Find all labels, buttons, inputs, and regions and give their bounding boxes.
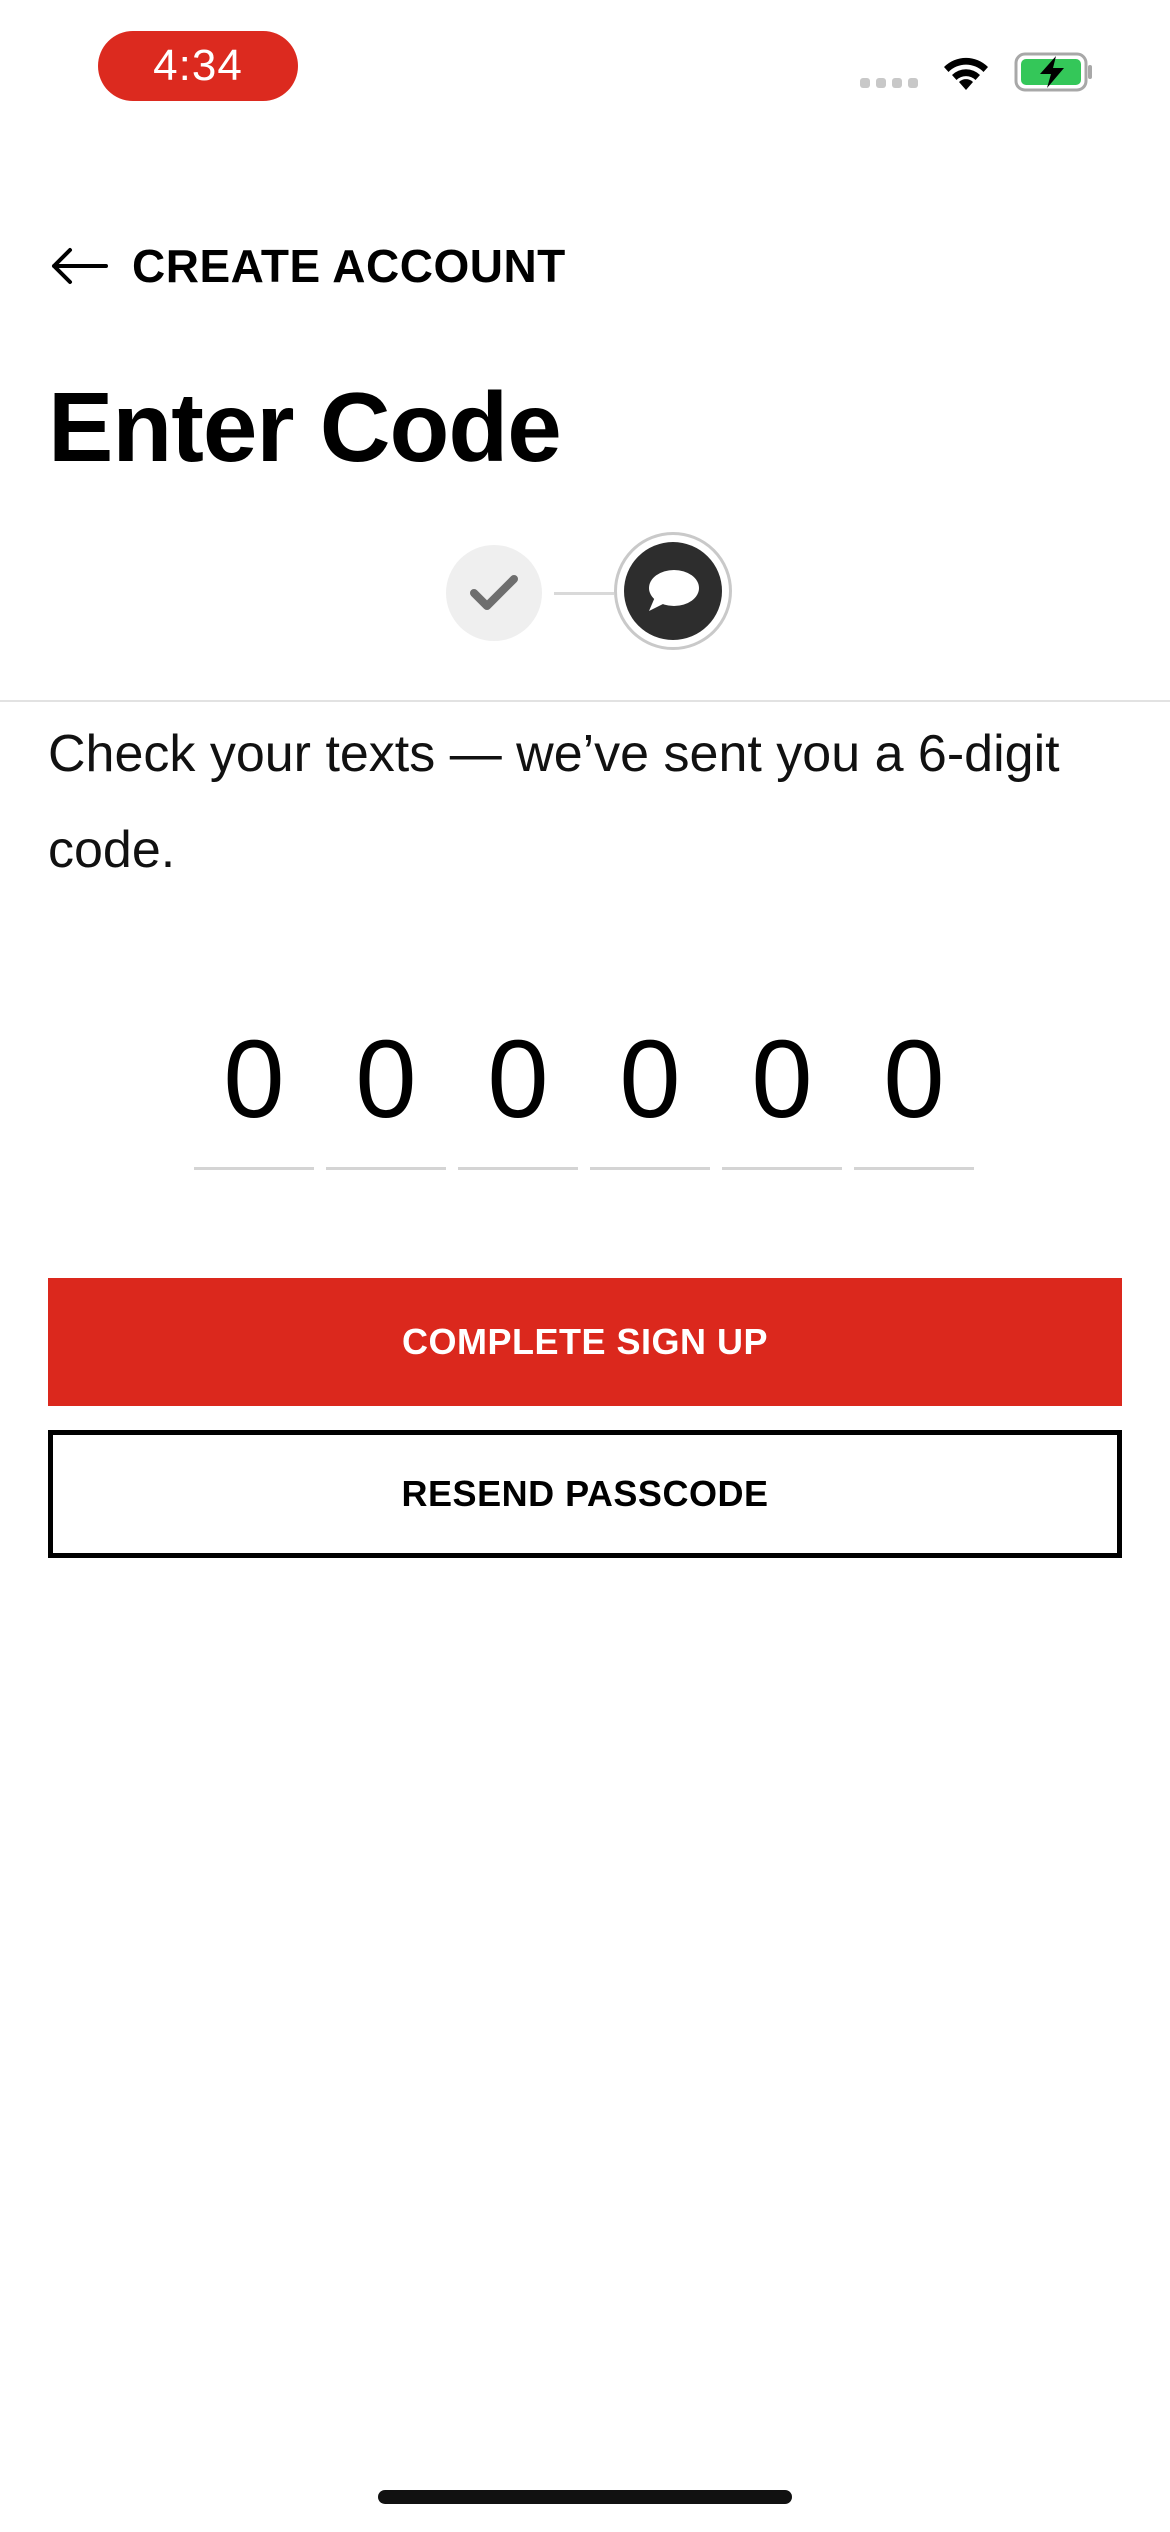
cellular-signal-icon <box>860 78 918 88</box>
back-button[interactable]: CREATE ACCOUNT <box>48 236 566 296</box>
code-digit-box[interactable]: 0 <box>194 1010 314 1170</box>
code-digit: 0 <box>619 1018 681 1141</box>
code-underline <box>722 1167 842 1170</box>
wifi-icon <box>944 57 988 90</box>
battery-charging-icon <box>1014 52 1092 92</box>
code-underline <box>194 1167 314 1170</box>
instructions-text: Check your texts — we’ve sent you a 6-di… <box>48 725 1060 879</box>
step-completed <box>446 545 542 641</box>
code-input[interactable]: 0 0 0 0 0 0 <box>194 1010 974 1170</box>
code-digit: 0 <box>751 1018 813 1141</box>
code-digit: 0 <box>883 1018 945 1141</box>
code-underline <box>458 1167 578 1170</box>
code-digit-box[interactable]: 0 <box>326 1010 446 1170</box>
home-indicator[interactable] <box>378 2490 792 2504</box>
complete-sign-up-button[interactable]: COMPLETE SIGN UP <box>48 1278 1122 1406</box>
back-label: CREATE ACCOUNT <box>132 240 566 292</box>
status-indicators <box>860 52 1094 92</box>
step-connector <box>554 592 614 595</box>
code-digit-box[interactable]: 0 <box>854 1010 974 1170</box>
progress-stepper <box>446 530 736 656</box>
header-divider <box>0 700 1170 702</box>
code-digit-box[interactable]: 0 <box>458 1010 578 1170</box>
checkmark-icon <box>470 575 518 610</box>
code-digit-box[interactable]: 0 <box>722 1010 842 1170</box>
chat-bubble-icon <box>649 570 699 611</box>
code-digit: 0 <box>355 1018 417 1141</box>
resend-passcode-button[interactable]: RESEND PASSCODE <box>48 1430 1122 1558</box>
code-underline <box>590 1167 710 1170</box>
step-current <box>614 532 732 650</box>
status-time-pill: 4:34 <box>98 31 298 101</box>
code-underline <box>854 1167 974 1170</box>
code-digit: 0 <box>487 1018 549 1141</box>
status-time: 4:34 <box>153 41 243 90</box>
arrow-left-icon <box>52 248 108 284</box>
page-title: Enter Code <box>48 372 562 482</box>
code-digit-box[interactable]: 0 <box>590 1010 710 1170</box>
code-underline <box>326 1167 446 1170</box>
code-digit: 0 <box>223 1018 285 1141</box>
